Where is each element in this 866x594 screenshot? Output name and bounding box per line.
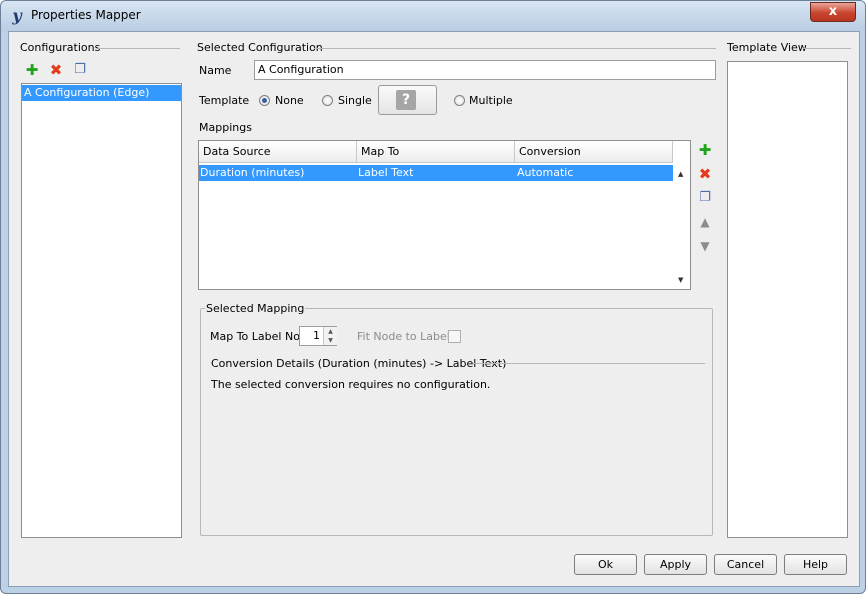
configurations-list[interactable]: A Configuration (Edge) — [21, 83, 182, 538]
configuration-item[interactable]: A Configuration (Edge) — [22, 85, 181, 101]
window-title: Properties Mapper — [31, 8, 141, 22]
map-to-label-no-spinner[interactable]: 1 ▲ ▼ — [299, 326, 337, 346]
move-up-icon[interactable]: ▲ — [697, 214, 713, 230]
template-none-radio[interactable] — [259, 95, 270, 106]
delete-mapping-icon[interactable]: ✖ — [697, 166, 713, 182]
column-header-map-to[interactable]: Map To — [357, 141, 515, 163]
conversion-details-separator — [473, 363, 705, 364]
cell-conversion: Automatic — [517, 166, 574, 179]
template-preview-button[interactable]: ? — [378, 85, 437, 115]
dialog-content: Configurations ✚ ✖ ❐ A Configuration (Ed… — [8, 31, 860, 587]
add-configuration-icon[interactable]: ✚ — [24, 62, 40, 78]
template-view-heading: Template View — [727, 41, 807, 54]
selected-configuration-separator — [314, 48, 716, 49]
table-row[interactable]: Duration (minutes) Label Text Automatic — [199, 165, 673, 181]
ok-button[interactable]: Ok — [574, 554, 637, 575]
cell-data-source: Duration (minutes) — [200, 166, 305, 179]
conversion-message: The selected conversion requires no conf… — [211, 378, 491, 391]
cancel-button[interactable]: Cancel — [714, 554, 777, 575]
template-none-label: None — [275, 94, 304, 107]
template-single-radio[interactable] — [322, 95, 333, 106]
spinner-arrows-icon[interactable]: ▲ ▼ — [323, 327, 337, 345]
selected-mapping-heading: Selected Mapping — [205, 302, 306, 315]
column-header-conversion[interactable]: Conversion — [515, 141, 673, 163]
copy-configuration-icon[interactable]: ❐ — [72, 62, 88, 78]
yed-logo-icon: y — [12, 6, 22, 25]
fit-node-to-label-label: Fit Node to Label — [357, 330, 450, 343]
add-mapping-icon[interactable]: ✚ — [697, 142, 713, 158]
template-view-separator — [803, 48, 851, 49]
configuration-name-input[interactable]: A Configuration — [254, 60, 716, 80]
scroll-up-icon[interactable]: ▲ — [678, 170, 683, 178]
move-down-icon[interactable]: ▼ — [697, 238, 713, 254]
close-button[interactable]: x — [810, 2, 856, 22]
column-header-data-source[interactable]: Data Source — [199, 141, 357, 163]
question-mark-icon: ? — [396, 90, 416, 110]
template-multiple-label: Multiple — [469, 94, 513, 107]
copy-mapping-icon[interactable]: ❐ — [697, 190, 713, 206]
cell-map-to: Label Text — [358, 166, 414, 179]
template-multiple-radio[interactable] — [454, 95, 465, 106]
fit-node-to-label-checkbox[interactable] — [448, 330, 461, 343]
configurations-separator — [98, 48, 180, 49]
conversion-details-heading: Conversion Details (Duration (minutes) -… — [211, 357, 507, 370]
spinner-value: 1 — [313, 329, 320, 342]
template-label: Template — [199, 94, 250, 107]
template-single-label: Single — [338, 94, 372, 107]
apply-button[interactable]: Apply — [644, 554, 707, 575]
configurations-heading: Configurations — [20, 41, 101, 54]
name-label: Name — [199, 64, 232, 77]
map-to-label-no-label: Map To Label No. — [210, 330, 304, 343]
selected-configuration-heading: Selected Configuration — [197, 41, 323, 54]
template-view-panel — [727, 61, 848, 538]
mappings-table[interactable]: Data Source Map To Conversion Duration (… — [198, 140, 691, 290]
delete-configuration-icon[interactable]: ✖ — [48, 62, 64, 78]
mappings-heading: Mappings — [199, 121, 252, 134]
scroll-down-icon[interactable]: ▼ — [678, 276, 683, 284]
title-bar[interactable]: y Properties Mapper x — [1, 1, 865, 31]
properties-mapper-window: y Properties Mapper x Configurations ✚ ✖… — [0, 0, 866, 594]
help-button[interactable]: Help — [784, 554, 847, 575]
